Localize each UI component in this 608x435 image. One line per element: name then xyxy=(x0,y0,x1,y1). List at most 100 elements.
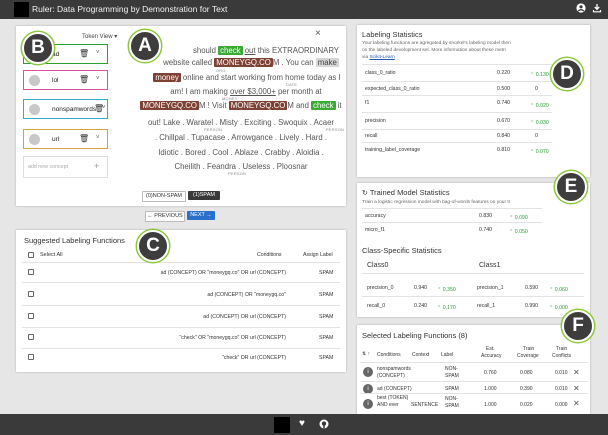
app-header: Ruler: Data Programming by Demonstration… xyxy=(0,0,608,19)
stat-delta: ⌃ 0.070 xyxy=(530,149,549,155)
selected-lf-panel: Selected Labeling Functions (8) ⇅ ↑ Cond… xyxy=(357,325,590,414)
stat-delta: ⌃ 0.350 xyxy=(437,287,456,293)
stat-delta: ⌃ 0.060 xyxy=(549,287,568,293)
document-line: MONEYGQ.CO M ! Visit MONEYGQ.CO M and chec… xyxy=(140,101,342,110)
concept-toggle-icon[interactable] xyxy=(29,75,40,86)
lf-condition: ad (CONCEPT) OR "moneygq.co" OR url (CON… xyxy=(160,270,286,276)
lf-condition: ad (CONCEPT) OR "moneygq.co" xyxy=(207,292,286,298)
concept-toggle-icon[interactable] xyxy=(29,134,40,145)
callout-e: E xyxy=(555,171,587,203)
concept-name: nonspamwords xyxy=(52,106,97,113)
lf-condition: "check" OR "moneygq.co" OR url (CONCEPT) xyxy=(179,335,286,341)
document-line: . Chillpal . Tupacase . Arrowgance . Liv… xyxy=(154,133,328,142)
concept-name: url xyxy=(52,136,60,143)
lf-condition: "check" OR url (CONCEPT) xyxy=(222,355,286,361)
document-line: money online and start working from home… xyxy=(153,73,341,82)
sort-icon[interactable]: ⇅ ↑ xyxy=(362,351,370,357)
stat-delta: ⌃ 0.170 xyxy=(437,305,456,311)
app-logo xyxy=(14,2,29,17)
lf-checkbox[interactable] xyxy=(28,354,34,360)
lf-label: SPAM xyxy=(319,292,334,298)
stat-delta: ⌃ 0.000 xyxy=(549,305,568,311)
previous-button[interactable]: ← PREVIOUS xyxy=(145,211,185,222)
callout-c: C xyxy=(137,230,169,262)
chevron-down-icon[interactable]: ˅ xyxy=(96,135,100,141)
remove-lf-icon[interactable]: ✕ xyxy=(573,399,580,408)
document-line: am! I am making over $3,000+ per month a… xyxy=(170,87,322,96)
stat-delta: ⌃ 0.130 xyxy=(530,72,549,78)
stat-delta: ⌃ 0.020 xyxy=(530,103,549,109)
lf-label: SPAM xyxy=(319,355,334,361)
lf-checkbox[interactable] xyxy=(28,313,34,319)
concept-toggle-icon[interactable] xyxy=(29,104,40,115)
token-highlight[interactable]: money xyxy=(153,73,181,82)
concept-item-url[interactable]: url 🗑 ˅ xyxy=(23,129,108,149)
app-title: Ruler: Data Programming by Demonstration… xyxy=(32,4,228,14)
concept-item-lol[interactable]: lol 🗑 ˅ xyxy=(23,70,108,90)
token-view-dropdown[interactable]: Token View ▾ xyxy=(82,33,117,40)
document-line: Idiotic . Bored . Cool . Ablaze . Crabby… xyxy=(158,148,324,157)
add-icon[interactable]: + xyxy=(94,161,99,171)
token-highlight[interactable]: check xyxy=(218,46,243,55)
add-concept-input[interactable]: add new concept + xyxy=(23,156,108,178)
trained-stats-title: ↻ Trained Model Statistics xyxy=(362,188,450,197)
lf-label: SPAM xyxy=(319,270,334,276)
remove-lf-icon[interactable]: ✕ xyxy=(573,368,580,377)
select-all-label: Select All xyxy=(40,252,63,258)
token-highlight[interactable]: MONEYGQ.CO xyxy=(140,101,199,110)
col-assign-label: Assign Label xyxy=(303,252,333,258)
token-highlight[interactable]: MONEYGQ.CO xyxy=(228,101,288,110)
lf-checkbox[interactable] xyxy=(28,269,34,275)
concept-name: lol xyxy=(52,77,59,84)
annotation-panel: Token View ▾ × ad 🗑 ˅ lol 🗑 ˅ nonspamwor… xyxy=(16,26,346,206)
callout-b: B xyxy=(22,32,54,64)
stat-delta: ⌃ 0.090 xyxy=(509,215,528,221)
heart-icon: ♥ xyxy=(299,418,305,429)
label-nonspam-button[interactable]: (0)NON-SPAM xyxy=(142,191,186,202)
trash-icon[interactable]: 🗑 xyxy=(79,134,89,143)
callout-a: A xyxy=(129,30,161,62)
footer: ♥ xyxy=(0,414,608,435)
lf-checkbox[interactable] xyxy=(28,291,34,297)
chevron-down-icon[interactable]: ˅ xyxy=(102,105,106,111)
lf-label: SPAM xyxy=(319,335,334,341)
close-icon[interactable]: × xyxy=(315,28,321,39)
token-highlight[interactable]: check xyxy=(311,101,336,110)
trash-icon[interactable]: 🗑 xyxy=(79,49,89,58)
scikit-learn-link[interactable]: Scikit-Learn xyxy=(369,55,394,60)
suggested-lf-title: Suggested Labeling Functions xyxy=(24,236,125,245)
lf-checkbox[interactable] xyxy=(28,334,34,340)
entity-annotation: PERSON xyxy=(228,171,247,176)
select-all-checkbox[interactable] xyxy=(28,252,34,258)
suggested-lf-panel: Suggested Labeling Functions Select All … xyxy=(16,230,346,372)
token-highlight[interactable]: make xyxy=(315,58,339,67)
github-icon[interactable] xyxy=(319,419,329,431)
callout-d: D xyxy=(551,58,583,90)
stat-delta: ⌃ 0.030 xyxy=(530,120,549,126)
label-spam-button[interactable]: (1)SPAM xyxy=(188,191,220,200)
labeling-stats-title: Labeling Statistics xyxy=(362,30,423,39)
refresh-icon[interactable]: ↻ xyxy=(362,190,368,197)
info-icon[interactable]: i xyxy=(363,367,373,377)
token-highlight[interactable]: MONEYGQ.CO xyxy=(214,58,273,67)
stat-delta: ⌃ 0.050 xyxy=(509,229,528,235)
trash-icon[interactable]: 🗑 xyxy=(79,75,89,84)
info-icon[interactable]: i xyxy=(363,399,373,409)
concept-item-nonspamwords[interactable]: nonspamwords 🗑 ˅ xyxy=(23,99,108,119)
chevron-down-icon[interactable]: ˅ xyxy=(96,76,100,82)
chevron-down-icon[interactable]: ˅ xyxy=(96,50,100,56)
token-highlight[interactable]: over $3,000+ xyxy=(230,87,276,96)
download-icon[interactable] xyxy=(592,3,602,17)
next-button[interactable]: NEXT → xyxy=(187,211,215,220)
footer-logo xyxy=(274,417,290,433)
col-conditions: Conditions xyxy=(257,252,282,258)
token-highlight[interactable]: out xyxy=(245,46,256,55)
trained-model-panel: ↻ Trained Model Statistics Train a logis… xyxy=(357,183,590,317)
remove-lf-icon[interactable]: ✕ xyxy=(573,384,580,393)
lf-label: SPAM xyxy=(319,314,334,320)
callout-f: F xyxy=(562,310,594,342)
lf-condition: ad (CONCEPT) OR url (CONCEPT) xyxy=(203,314,286,320)
user-icon[interactable] xyxy=(576,3,586,17)
labeling-stats-panel: Labeling Statistics Your labeling functi… xyxy=(357,25,590,177)
selected-lf-title: Selected Labeling Functions (8) xyxy=(362,331,468,340)
